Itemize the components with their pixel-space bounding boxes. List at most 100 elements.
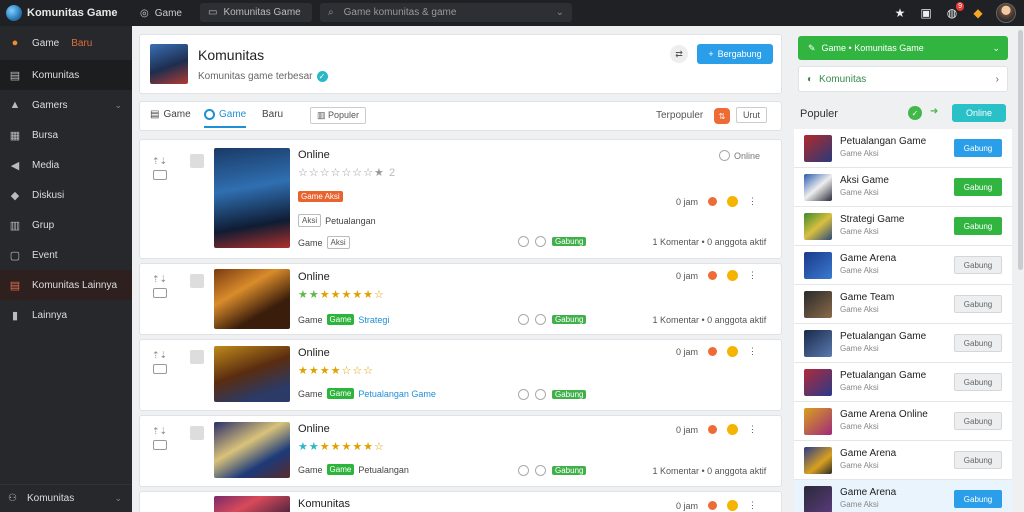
select-checkbox[interactable] <box>190 274 204 288</box>
list-item[interactable]: ⇡⇣ Online ☆☆☆☆☆☆☆★ 2 Game Aksi Aksi Petua… <box>139 139 782 259</box>
list-item[interactable]: Aksi Game Game Aksi Gabung <box>794 168 1012 207</box>
more-icon[interactable]: ⋮ <box>748 270 757 281</box>
join-button[interactable]: Gabung <box>954 139 1002 157</box>
list-item[interactable]: Strategi Game Game Aksi Gabung <box>794 207 1012 246</box>
tab-baru[interactable]: Baru <box>262 109 283 120</box>
more-icon[interactable]: ⋮ <box>748 500 757 511</box>
game-thumbnail[interactable] <box>214 496 290 512</box>
list-item[interactable]: ⇡⇣ Online ★★★★☆☆☆ Game Game Petualangan Ga… <box>139 339 782 411</box>
row-footer: Gabung 1 Komentar • 0 anggota aktif <box>518 465 766 476</box>
sidebar-item-grup[interactable]: ▥ Grup <box>0 210 132 240</box>
orange-dot-icon <box>708 425 718 434</box>
community-filter[interactable]: ◐ Komunitas › <box>798 66 1008 92</box>
emoji-icon <box>727 196 739 207</box>
store-icon: ▦ <box>9 129 21 142</box>
sidebar-footer[interactable]: ⚇ Komunitas ⌄ <box>0 484 132 512</box>
list-item[interactable]: ⇡⇣ Online ★★★★★★★☆ Game Game Strategi 0 ja… <box>139 263 782 335</box>
list-item[interactable]: Game Arena Game Aksi Gabung <box>794 246 1012 285</box>
vote-control[interactable]: ⇡⇣ <box>152 426 167 450</box>
arrow-icon[interactable]: ➜ <box>930 106 938 117</box>
tab-populer[interactable]: ▥ Populer <box>310 107 367 124</box>
join-tag[interactable]: Gabung <box>552 466 587 475</box>
join-button[interactable]: Gabung <box>954 451 1002 469</box>
list-item[interactable]: Game Arena Online Game Aksi Gabung <box>794 402 1012 441</box>
vote-control[interactable]: ⇡⇣ <box>152 350 167 374</box>
arrow-up-icon: ⇡⇣ <box>152 274 168 284</box>
row-title[interactable]: Online <box>298 423 330 435</box>
sidebar-item-diskusi[interactable]: ◆ Diskusi <box>0 180 132 210</box>
scrollbar[interactable] <box>1018 30 1023 270</box>
sort-icon[interactable]: ⇅ <box>714 108 730 124</box>
sidebar-item-media[interactable]: ◀ Media <box>0 150 132 180</box>
join-button[interactable]: Gabung <box>954 217 1002 235</box>
online-button[interactable]: Online <box>952 104 1006 122</box>
join-tag[interactable]: Gabung <box>552 390 587 399</box>
list-item[interactable]: ⇡⇣ Online ★★★★★★★☆ Game Game Petualangan 0… <box>139 415 782 487</box>
join-tag[interactable]: Gabung <box>552 237 587 246</box>
sidebar-item-komunitas[interactable]: ▤ Komunitas <box>0 60 132 90</box>
game-thumbnail[interactable] <box>214 346 290 402</box>
community-name: Game Arena <box>840 253 897 264</box>
join-button[interactable]: Gabung <box>954 295 1002 313</box>
sidebar-item-komunitas-lainnya[interactable]: ▤ Komunitas Lainnya <box>0 270 132 300</box>
list-item[interactable]: Game Team Game Aksi Gabung <box>794 285 1012 324</box>
join-tag[interactable]: Gabung <box>552 315 587 324</box>
notification-icon[interactable]: ◍ 9 <box>944 2 964 21</box>
join-button[interactable]: Gabung <box>954 178 1002 196</box>
brand[interactable]: Komunitas Game <box>0 5 132 21</box>
list-item[interactable]: Komunitas 0 jam ⋮ <box>139 491 782 512</box>
select-checkbox[interactable] <box>190 350 204 364</box>
filter-icon: ◐ <box>807 73 814 85</box>
join-button[interactable]: Gabung <box>954 334 1002 352</box>
rating-stars: ★★★★☆☆☆ <box>298 365 375 377</box>
game-thumbnail[interactable] <box>214 269 290 329</box>
gift-icon[interactable]: ▣ <box>918 5 934 21</box>
community-name: Game Arena <box>840 487 897 498</box>
tab-game[interactable]: ▤ Game <box>150 109 191 120</box>
list-item[interactable]: Petualangan Game Game Aksi Gabung <box>794 324 1012 363</box>
sidebar-item-event[interactable]: ▢ Event <box>0 240 132 270</box>
more-icon[interactable]: ⋮ <box>748 196 757 207</box>
sidebar-item-lainnya[interactable]: ▮ Lainnya <box>0 300 132 330</box>
join-button[interactable]: Gabung <box>954 412 1002 430</box>
community-selector[interactable]: ✎ Game • Komunitas Game ⌄ <box>798 36 1008 60</box>
rating-stars: ☆☆☆☆☆☆☆★ 2 <box>298 167 397 179</box>
sidebar-item-gamers[interactable]: ▲ Gamers ⌄ <box>0 90 132 120</box>
list-item[interactable]: Petualangan Game Game Aksi Gabung <box>794 129 1012 168</box>
join-button[interactable]: Gabung <box>954 256 1002 274</box>
primary-search[interactable]: ▭ Komunitas Game <box>200 3 312 22</box>
join-label: Bergabung <box>717 49 762 59</box>
sidebar-item-game[interactable]: ● Game Baru <box>0 26 132 60</box>
flame-icon[interactable]: ◆ <box>970 5 986 21</box>
list-item[interactable]: Game Arena Game Aksi Gabung <box>794 441 1012 480</box>
select-checkbox[interactable] <box>190 426 204 440</box>
tag-text: Petualangan <box>358 464 409 475</box>
arrow-up-icon: ⇡⇣ <box>152 350 168 360</box>
select-checkbox[interactable] <box>190 154 204 168</box>
list-item[interactable]: Petualangan Game Game Aksi Gabung <box>794 363 1012 402</box>
row-title[interactable]: Komunitas <box>298 498 350 510</box>
more-icon[interactable]: ⋮ <box>748 346 757 357</box>
tab-game-active[interactable]: Game <box>204 109 247 128</box>
row-title[interactable]: Online <box>298 271 330 283</box>
star-icon[interactable]: ★ <box>892 5 908 21</box>
row-meta: 0 jam ⋮ <box>676 196 757 207</box>
share-button[interactable]: ⇄ <box>670 45 688 63</box>
vote-control[interactable]: ⇡⇣ <box>152 156 167 180</box>
row-title[interactable]: Online <box>298 347 330 359</box>
sidebar-item-bursa[interactable]: ▦ Bursa <box>0 120 132 150</box>
join-button[interactable]: Gabung <box>954 373 1002 391</box>
avatar[interactable] <box>996 3 1016 23</box>
game-thumbnail[interactable] <box>214 422 290 478</box>
join-button[interactable]: Gabung <box>954 490 1002 508</box>
game-thumbnail[interactable] <box>214 148 290 248</box>
more-icon[interactable]: ⋮ <box>748 424 757 435</box>
search-input[interactable]: ⌕ Game komunitas & game ⌄ <box>320 3 572 22</box>
list-item[interactable]: Game Arena Game Aksi Gabung <box>794 480 1012 512</box>
vote-control[interactable]: ⇡⇣ <box>152 274 167 298</box>
nav-game[interactable]: ◎ Game <box>140 8 182 19</box>
row-title[interactable]: Online <box>298 149 330 161</box>
sort-button[interactable]: Urut <box>736 107 768 123</box>
join-button[interactable]: + Bergabung <box>697 44 773 64</box>
check-icon[interactable]: ✓ <box>908 106 922 120</box>
